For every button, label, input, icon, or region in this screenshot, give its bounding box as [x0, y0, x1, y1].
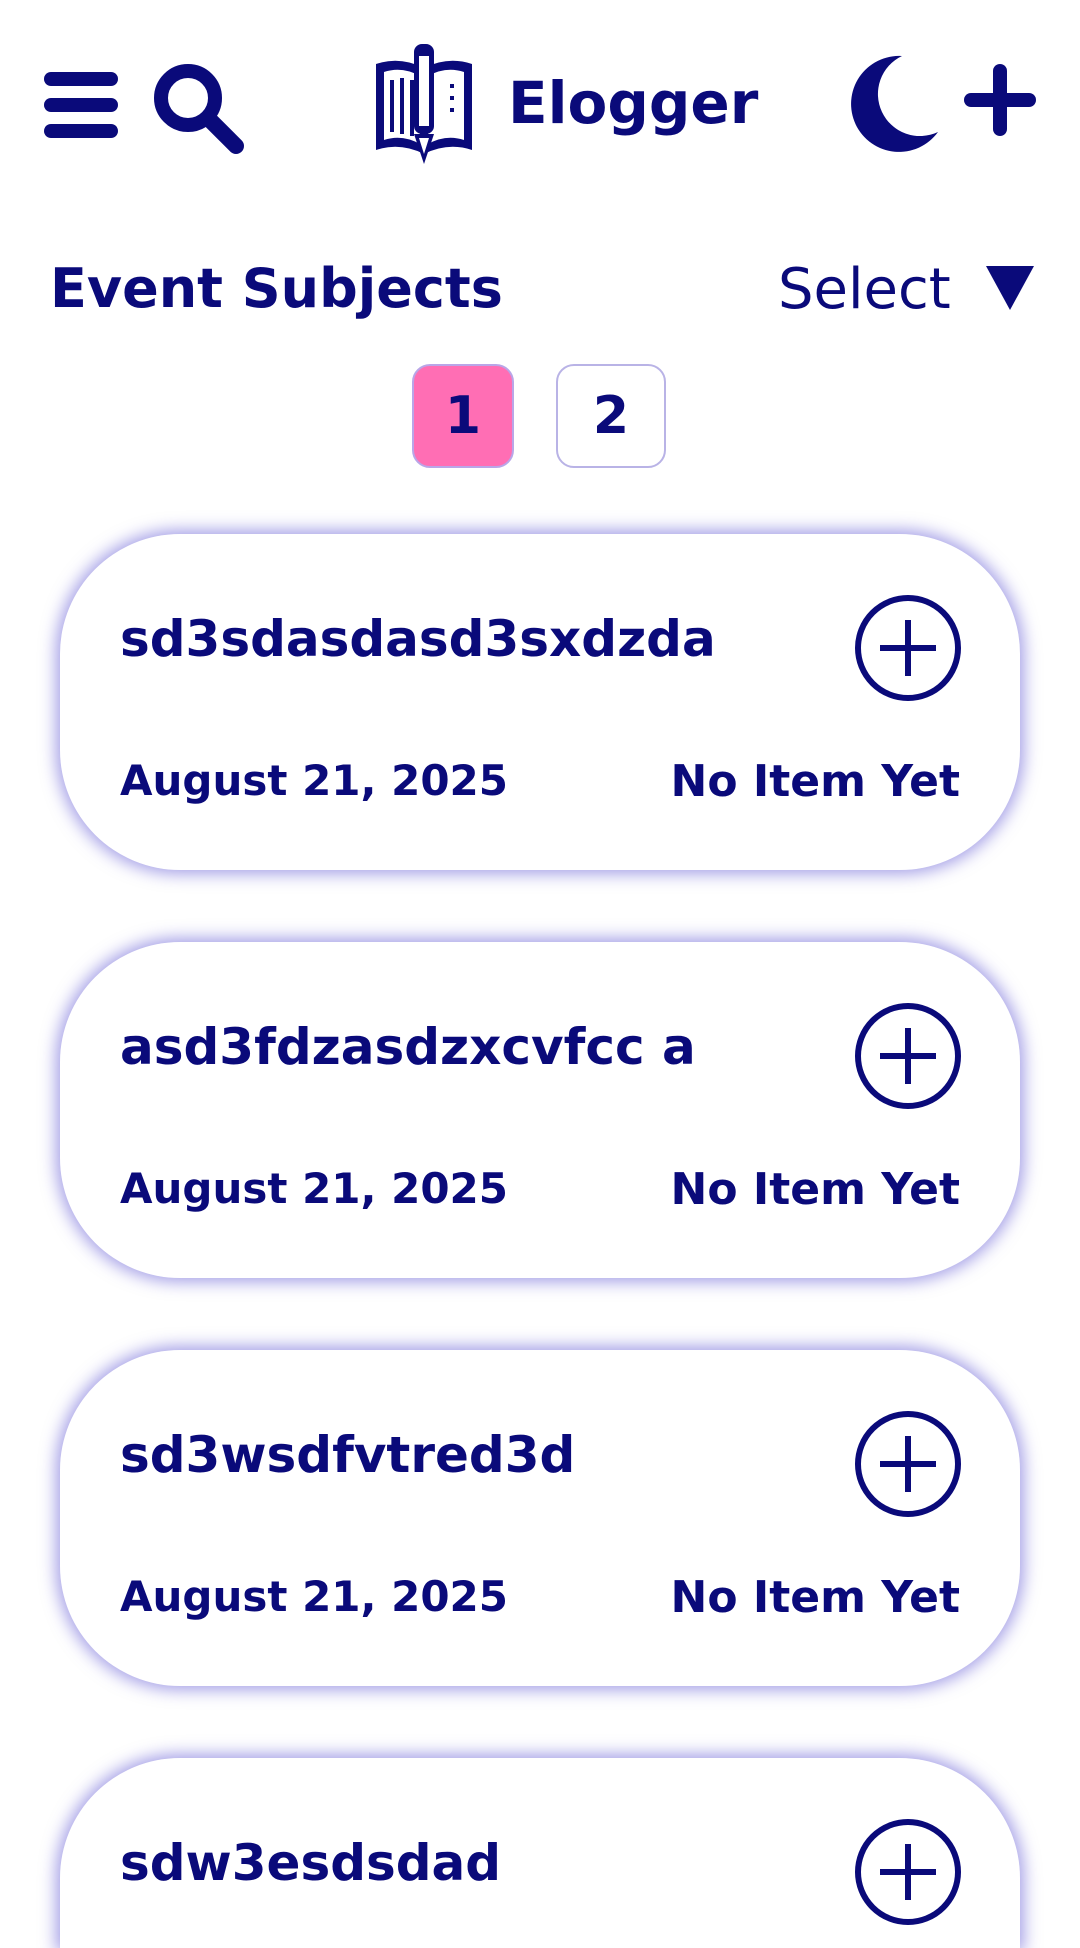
page-button-1[interactable]: 1 — [412, 364, 514, 468]
caret-down-icon — [986, 266, 1034, 310]
pagination: 1 2 — [0, 364, 1080, 474]
subject-title: sdw3esdsdad — [120, 1834, 502, 1892]
add-circle-icon[interactable] — [854, 1818, 962, 1926]
add-circle-icon[interactable] — [854, 594, 962, 702]
subject-status: No Item Yet — [670, 756, 960, 807]
subject-title: sd3sdasdasd3sxdzda — [120, 610, 716, 668]
select-label: Select — [778, 257, 951, 322]
brand-name: Elogger — [508, 69, 759, 137]
search-icon[interactable] — [152, 62, 244, 154]
add-circle-icon[interactable] — [854, 1410, 962, 1518]
subject-date: August 21, 2025 — [120, 1572, 508, 1621]
subject-card[interactable]: asd3fdzasdzxcvfcc a August 21, 2025 No I… — [60, 942, 1020, 1278]
menu-icon[interactable] — [44, 72, 118, 138]
subject-title: sd3wsdfvtred3d — [120, 1426, 576, 1484]
moon-icon[interactable] — [840, 52, 940, 152]
subject-date: August 21, 2025 — [120, 756, 508, 805]
subject-card[interactable]: sd3wsdfvtred3d August 21, 2025 No Item Y… — [60, 1350, 1020, 1686]
subject-select[interactable]: Select — [760, 254, 1040, 328]
book-pen-logo — [376, 44, 472, 164]
subject-card[interactable]: sd3sdasdasd3sxdzda August 21, 2025 No It… — [60, 534, 1020, 870]
subject-status: No Item Yet — [670, 1572, 960, 1623]
add-circle-icon[interactable] — [854, 1002, 962, 1110]
top-bar: Elogger — [0, 0, 1080, 200]
subject-title: asd3fdzasdzxcvfcc a — [120, 1018, 696, 1076]
subject-date: August 21, 2025 — [120, 1164, 508, 1213]
page-button-2[interactable]: 2 — [556, 364, 666, 468]
plus-icon[interactable] — [964, 64, 1036, 136]
section-title: Event Subjects — [50, 257, 503, 320]
subject-status: No Item Yet — [670, 1164, 960, 1215]
